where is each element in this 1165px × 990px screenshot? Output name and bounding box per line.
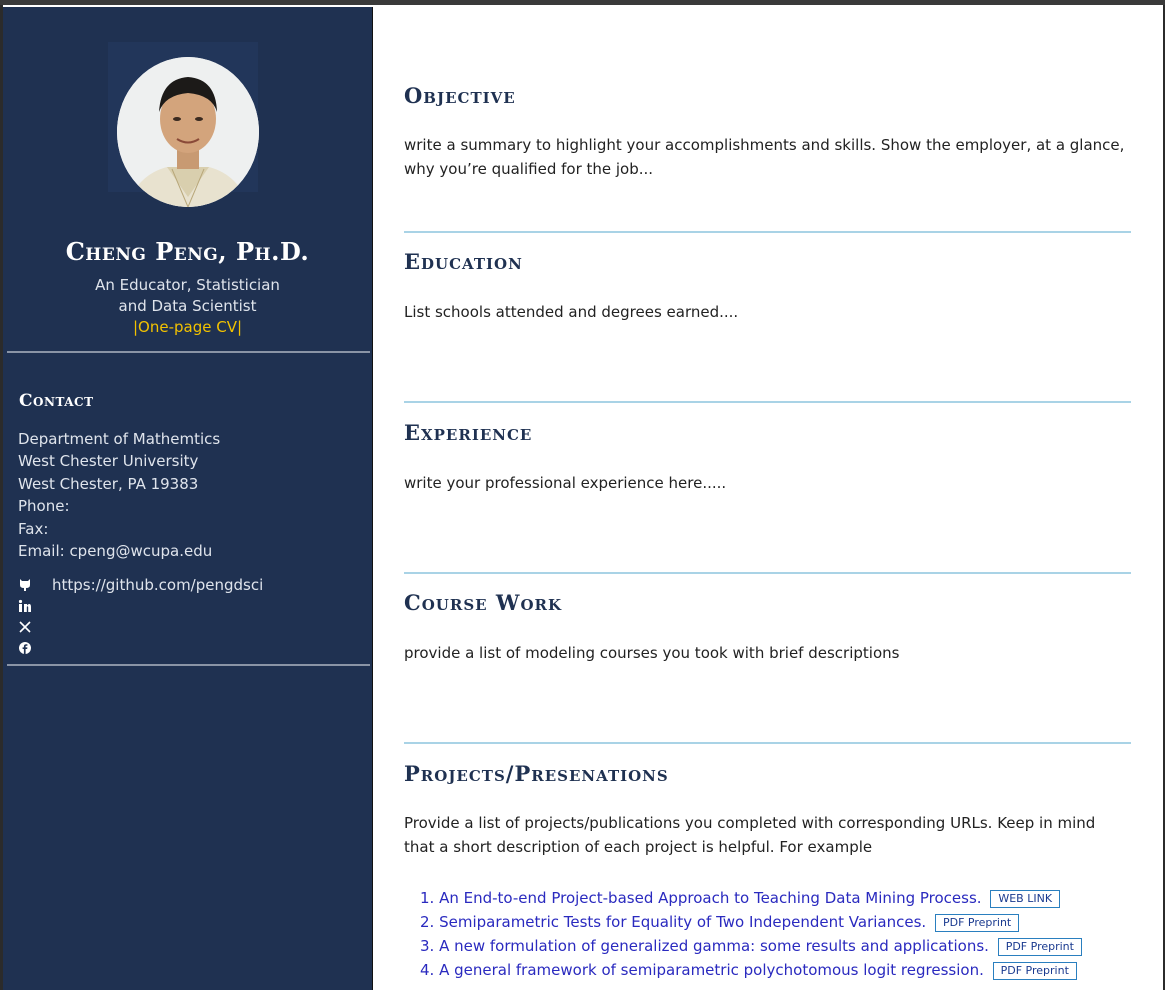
list-item: 3. A new formulation of generalized gamm… [420, 934, 1082, 958]
project-link[interactable]: An End-to-end Project-based Approach to … [439, 889, 981, 907]
contact-heading: Contact [19, 391, 94, 411]
linkedin-icon [18, 599, 32, 613]
profile-tagline: An Educator, Statistician and Data Scien… [3, 275, 372, 338]
github-link[interactable]: https://github.com/pengdsci [18, 576, 263, 594]
contact-university: West Chester University [18, 452, 199, 471]
item-number: 2. [420, 913, 435, 931]
project-link[interactable]: Semiparametric Tests for Equality of Two… [439, 913, 926, 931]
contact-address: West Chester, PA 19383 [18, 474, 199, 493]
contact-phone: Phone: [18, 497, 70, 516]
objective-text: write a summary to highlight your accomp… [404, 136, 1125, 178]
contact-email: Email: cpeng@wcupa.edu [18, 542, 213, 561]
one-page-cv-link[interactable]: |One-page CV| [133, 318, 242, 336]
page: Cheng Peng, Ph.D. An Educator, Statistic… [3, 5, 1163, 990]
project-link[interactable]: A general framework of semiparametric po… [439, 961, 984, 979]
sidebar-divider-bottom [7, 664, 370, 666]
linkedin-link[interactable] [18, 599, 52, 613]
github-url[interactable]: https://github.com/pengdsci [52, 576, 263, 594]
list-item: 1. An End-to-end Project-based Approach … [420, 886, 1082, 910]
contact-department: Department of Mathemtics [18, 430, 221, 448]
facebook-link[interactable] [18, 641, 52, 655]
item-number: 4. [420, 961, 435, 979]
item-number: 3. [420, 937, 435, 955]
list-item: 2. Semiparametric Tests for Equality of … [420, 910, 1082, 934]
contact-fax: Fax: [18, 519, 49, 538]
section-divider [404, 401, 1131, 403]
projects-heading: Projects/Presenations [404, 761, 669, 786]
pdf-preprint-button[interactable]: PDF Preprint [997, 938, 1082, 956]
section-divider [404, 572, 1131, 574]
tagline-line-1: An Educator, Statistician [95, 276, 280, 294]
section-divider [404, 742, 1131, 744]
facebook-icon [18, 641, 32, 655]
section-divider [404, 231, 1131, 233]
sidebar-divider [7, 351, 370, 353]
experience-text: write your professional experience here.… [404, 474, 727, 492]
x-link[interactable] [18, 620, 52, 634]
github-icon [18, 578, 32, 592]
list-item: 4. A general framework of semiparametric… [420, 958, 1082, 982]
projects-intro: Provide a list of projects/publications … [404, 814, 1096, 856]
objective-heading: Objective [404, 83, 516, 108]
tagline-line-2: and Data Scientist [118, 297, 257, 315]
pdf-preprint-button[interactable]: PDF Preprint [992, 962, 1077, 980]
project-link[interactable]: A new formulation of generalized gamma: … [439, 937, 989, 955]
profile-name: Cheng Peng, Ph.D. [65, 237, 310, 266]
experience-heading: Experience [404, 420, 533, 445]
item-number: 1. [420, 889, 435, 907]
pdf-preprint-button[interactable]: PDF Preprint [934, 914, 1020, 932]
x-icon [18, 620, 32, 634]
profile-photo [117, 57, 259, 207]
web-link-button[interactable]: WEB LINK [990, 890, 1061, 908]
coursework-text: provide a list of modeling courses you t… [404, 644, 900, 662]
sidebar: Cheng Peng, Ph.D. An Educator, Statistic… [3, 7, 373, 990]
coursework-heading: Course Work [404, 590, 563, 615]
contact-details: Department of Mathemtics West Chester Un… [18, 428, 220, 562]
education-heading: Education [404, 249, 523, 274]
education-text: List schools attended and degrees earned… [404, 303, 739, 321]
projects-list: 1. An End-to-end Project-based Approach … [420, 886, 1082, 982]
